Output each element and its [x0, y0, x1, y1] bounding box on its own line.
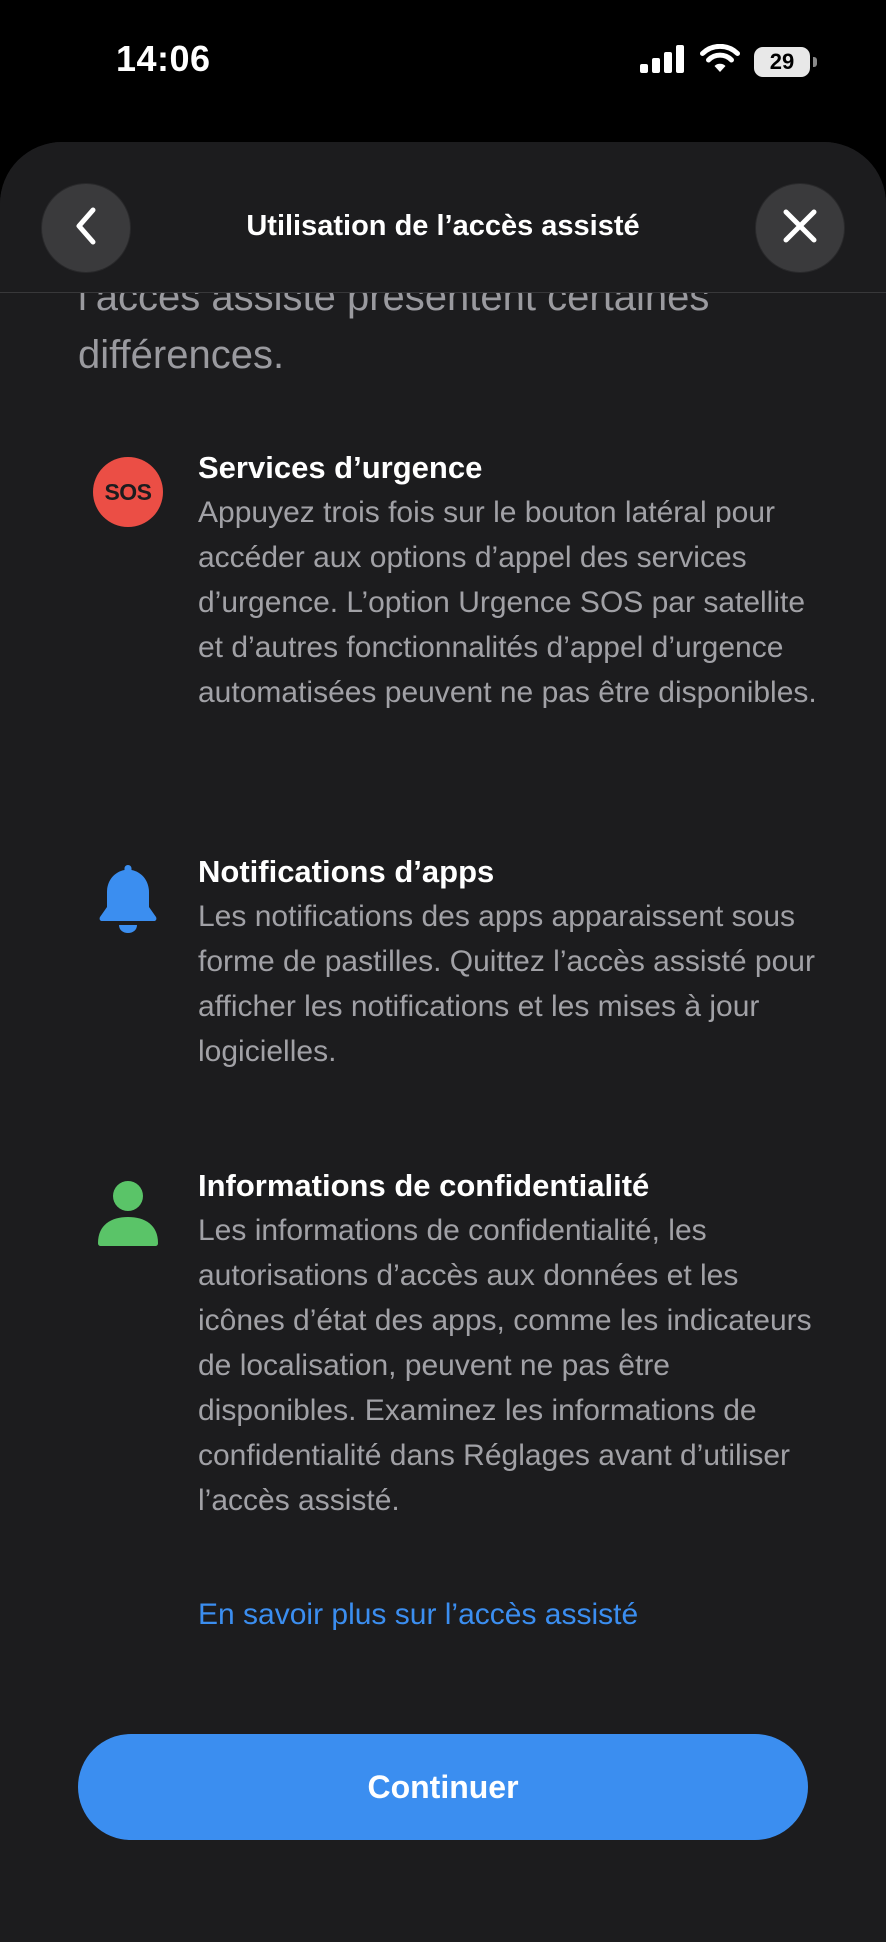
- sos-badge-label: SOS: [93, 457, 163, 527]
- status-icons: 29: [640, 43, 817, 79]
- feature-title: Services d’urgence: [198, 450, 483, 485]
- person-icon: [92, 1178, 164, 1250]
- battery-indicator: 29: [754, 46, 817, 77]
- sheet-title: Utilisation de l’accès assisté: [246, 210, 640, 242]
- close-button[interactable]: [756, 184, 844, 272]
- feature-body: Les informations de confidentialité, les…: [198, 1214, 812, 1517]
- bell-icon: [92, 862, 164, 934]
- feature-notifications-text: Notifications d’apps Les notifications d…: [198, 850, 828, 1074]
- status-bar: 14:06 29: [0, 0, 886, 120]
- sheet-header: Utilisation de l’accès assisté: [0, 142, 886, 293]
- sos-icon: SOS: [92, 456, 164, 528]
- wifi-icon: [700, 43, 740, 79]
- cellular-signal-icon: [640, 45, 686, 78]
- feature-body: Les notifications des apps apparaissent …: [198, 900, 815, 1068]
- feature-privacy-text: Informations de confidentialité Les info…: [198, 1164, 828, 1523]
- status-time: 14:06: [116, 38, 211, 79]
- feature-title: Notifications d’apps: [198, 854, 495, 889]
- chevron-left-icon: [71, 206, 101, 251]
- close-icon: [780, 206, 820, 251]
- assisted-access-sheet: l’accès assisté présentent certaines dif…: [0, 142, 886, 1942]
- feature-emergency-text: Services d’urgence Appuyez trois fois su…: [198, 446, 828, 715]
- learn-more-link[interactable]: En savoir plus sur l’accès assisté: [198, 1598, 638, 1632]
- feature-title: Informations de confidentialité: [198, 1168, 650, 1203]
- feature-body: Appuyez trois fois sur le bouton latéral…: [198, 496, 817, 709]
- continue-button[interactable]: Continuer: [78, 1734, 808, 1840]
- back-button[interactable]: [42, 184, 130, 272]
